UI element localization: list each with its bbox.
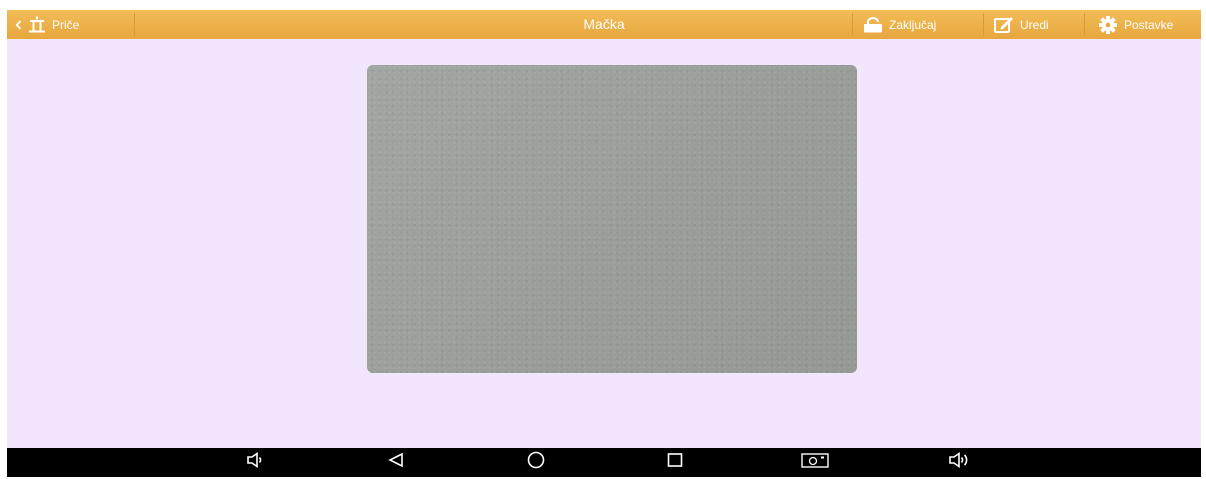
- story-page-image: [367, 65, 857, 373]
- gear-icon: [1098, 15, 1118, 34]
- home-button[interactable]: [521, 448, 551, 477]
- recents-square-icon: [667, 452, 683, 473]
- action-bar: Priče Mačka Zaključaj Uredi Postavke: [7, 10, 1201, 39]
- volume-down-button[interactable]: [240, 448, 270, 477]
- divider: [983, 13, 984, 36]
- app-window: Priče Mačka Zaključaj Uredi Postavke: [7, 10, 1201, 477]
- settings-label: Postavke: [1124, 17, 1174, 32]
- back-button[interactable]: [381, 448, 411, 477]
- back-label: Priče: [52, 17, 80, 32]
- divider: [852, 13, 853, 36]
- volume-up-button[interactable]: [944, 448, 974, 477]
- edit-button[interactable]: Uredi: [994, 10, 1049, 39]
- volume-up-icon: [948, 451, 970, 473]
- screenshot-icon: [801, 452, 829, 473]
- screenshot-button[interactable]: [800, 448, 830, 477]
- lock-label: Zaključaj: [889, 17, 937, 32]
- edit-label: Uredi: [1020, 17, 1049, 32]
- lock-icon: [863, 16, 883, 33]
- story-page-viewer[interactable]: [7, 39, 1201, 456]
- edit-icon: [994, 16, 1014, 34]
- back-triangle-icon: [388, 452, 404, 473]
- recents-button[interactable]: [660, 448, 690, 477]
- chevron-left-icon: [15, 19, 22, 30]
- home-circle-icon: [527, 451, 545, 474]
- system-navigation-bar: [7, 448, 1201, 477]
- divider: [1084, 13, 1085, 36]
- lock-button[interactable]: Zaključaj: [863, 10, 936, 39]
- volume-down-icon: [246, 451, 264, 473]
- stories-app-icon: [28, 16, 46, 34]
- divider: [134, 13, 135, 36]
- back-to-stories-button[interactable]: Priče: [15, 10, 79, 39]
- settings-button[interactable]: Postavke: [1098, 10, 1173, 39]
